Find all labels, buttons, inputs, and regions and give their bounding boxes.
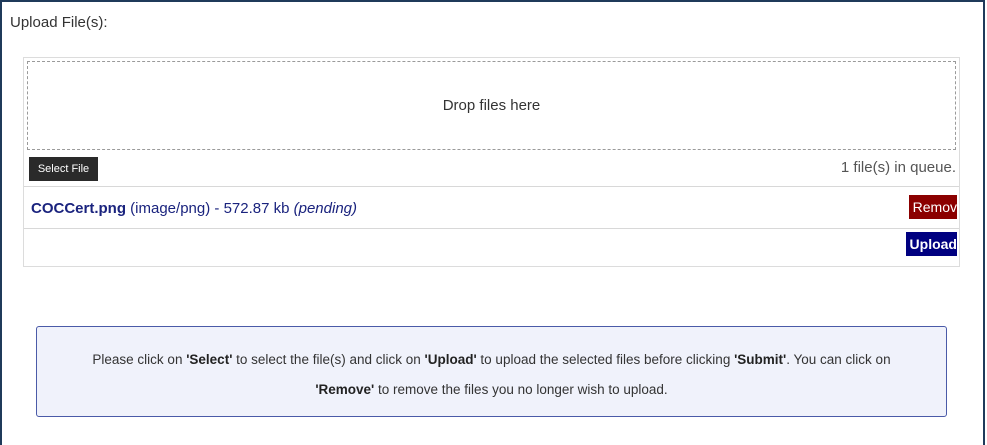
notice-text: Please click on <box>92 352 187 367</box>
file-separator: - <box>214 200 220 217</box>
notice-text: to remove the files you no longer wish t… <box>374 382 668 397</box>
notice-keyword-remove: 'Remove' <box>315 382 375 397</box>
notice-keyword-submit: 'Submit' <box>734 352 787 367</box>
select-file-button[interactable]: Select File <box>29 157 98 181</box>
file-size: 572.87 kb <box>223 200 290 217</box>
notice-text: to upload the selected files before clic… <box>476 352 735 367</box>
file-status: (pending) <box>293 200 358 217</box>
dropzone-label: Drop files here <box>442 97 541 114</box>
instructions-notice: Please click on 'Select' to select the f… <box>36 326 947 417</box>
notice-keyword-select: 'Select' <box>186 352 233 367</box>
upload-button[interactable]: Upload <box>905 232 957 256</box>
queue-item: COCCert.png (image/png) - 572.87 kb (pen… <box>24 186 959 229</box>
queue-item-info: COCCert.png (image/png) - 572.87 kb (pen… <box>31 200 357 217</box>
file-type: (image/png) <box>130 200 211 217</box>
notice-keyword-upload: 'Upload' <box>424 352 477 367</box>
queue-count: 1 file(s) in queue. <box>840 159 956 176</box>
file-name: COCCert.png <box>31 200 126 217</box>
file-dropzone[interactable]: Drop files here <box>27 61 956 150</box>
remove-file-button[interactable]: Remov <box>908 195 957 219</box>
notice-text: . You can click on <box>786 352 891 367</box>
notice-text: to select the file(s) and click on <box>232 352 425 367</box>
upload-panel: Drop files here Select File 1 file(s) in… <box>23 57 960 267</box>
section-title: Upload File(s): <box>10 14 108 31</box>
